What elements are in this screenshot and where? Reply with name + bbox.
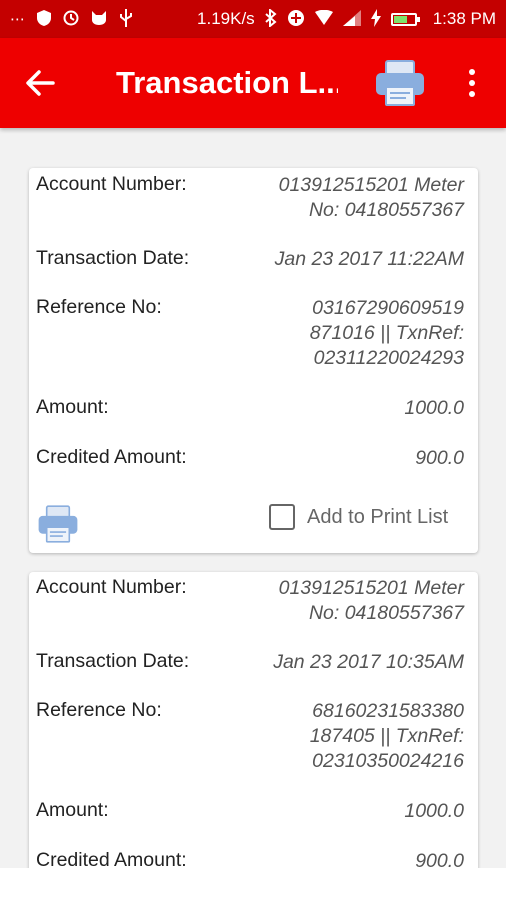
account-value: 013912515201 Meter No: 04180557367 [278, 577, 464, 624]
credited-row: Credited Amount: 900.0 [36, 849, 464, 868]
account-row: Account Number: 013912515201 Meter No: 0… [36, 173, 464, 223]
date-label: Transaction Date: [36, 247, 190, 269]
date-label: Transaction Date: [36, 650, 190, 672]
credited-value: 900.0 [415, 850, 464, 868]
printer-icon [376, 60, 424, 106]
amount-label: Amount: [36, 799, 109, 821]
transaction-list[interactable]: Account Number: 013912515201 Meter No: 0… [0, 128, 506, 868]
account-label: Account Number: [36, 173, 187, 195]
print-button[interactable] [372, 56, 428, 110]
app-bar: Transaction L... [0, 38, 506, 128]
add-to-print-checkbox[interactable] [269, 504, 295, 530]
amount-value: 1000.0 [404, 397, 464, 419]
transaction-card: Account Number: 013912515201 Meter No: 0… [29, 572, 478, 868]
overflow-menu-button[interactable] [452, 58, 492, 108]
more-vertical-icon [469, 69, 475, 75]
charging-icon [370, 8, 381, 30]
more-icon: ⋯ [10, 10, 25, 28]
card-print-button[interactable] [37, 504, 79, 544]
amount-label: Amount: [36, 396, 109, 418]
cat-icon [91, 10, 107, 28]
account-row: Account Number: 013912515201 Meter No: 0… [36, 576, 464, 626]
date-value: Jan 23 2017 11:22AM [274, 248, 464, 270]
credited-label: Credited Amount: [36, 446, 187, 468]
status-bar: ⋯ 1.19K/s 1:38 PM [0, 0, 506, 38]
amount-row: Amount: 1000.0 [36, 799, 464, 824]
account-label: Account Number: [36, 576, 187, 598]
clock-icon [63, 10, 79, 29]
add-to-print-label: Add to Print List [307, 505, 449, 528]
date-value: Jan 23 2017 10:35AM [273, 651, 464, 673]
credited-value: 900.0 [415, 447, 464, 469]
amount-value: 1000.0 [404, 800, 464, 822]
date-row: Transaction Date: Jan 23 2017 11:22AM [36, 247, 464, 272]
shield-icon [37, 9, 51, 29]
reference-label: Reference No: [36, 699, 162, 721]
battery-icon [390, 12, 420, 26]
transaction-card: Account Number: 013912515201 Meter No: 0… [29, 168, 478, 553]
status-left-icons: ⋯ [10, 8, 133, 30]
status-time: 1:38 PM [432, 9, 496, 28]
reference-label: Reference No: [36, 296, 162, 318]
account-value: 013912515201 Meter No: 04180557367 [278, 174, 464, 221]
reference-row: Reference No: 03167290609519 871016 || T… [36, 296, 464, 371]
back-button[interactable] [0, 38, 80, 128]
amount-row: Amount: 1000.0 [36, 396, 464, 421]
status-right-icons: 1.19K/s 1:38 PM [197, 7, 496, 30]
arrow-left-icon [26, 70, 55, 96]
signal-icon [342, 9, 361, 29]
reference-value: 03167290609519 871016 || TxnRef: 0231122… [309, 297, 464, 369]
reference-value: 68160231583380 187405 || TxnRef: 0231035… [309, 700, 464, 772]
usb-icon [119, 8, 133, 30]
credited-label: Credited Amount: [36, 849, 187, 868]
reference-row: Reference No: 68160231583380 187405 || T… [36, 699, 464, 774]
data-saver-icon [287, 9, 305, 30]
bluetooth-icon [265, 7, 277, 30]
date-row: Transaction Date: Jan 23 2017 10:35AM [36, 650, 464, 675]
page-title: Transaction L... [116, 65, 338, 100]
credited-row: Credited Amount: 900.0 [36, 446, 464, 471]
add-to-print-list[interactable]: Add to Print List [269, 504, 448, 530]
bottom-edge [0, 868, 506, 900]
wifi-icon [314, 9, 333, 28]
printer-icon [38, 505, 78, 543]
network-speed: 1.19K/s [197, 9, 255, 28]
